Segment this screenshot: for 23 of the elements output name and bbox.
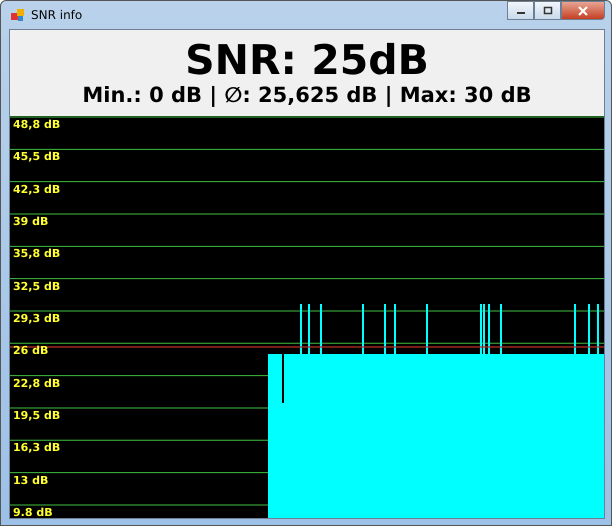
axis-label: 32,5 dB bbox=[13, 280, 60, 293]
maximize-icon bbox=[542, 6, 552, 15]
axis-label: 9.8 dB bbox=[13, 506, 53, 518]
snr-heading: SNR: 25dB bbox=[185, 36, 429, 84]
axis-label: 19,5 dB bbox=[13, 408, 60, 422]
axis-label: 42,3 dB bbox=[13, 182, 60, 196]
axis-label: 29,3 dB bbox=[13, 312, 60, 325]
close-icon bbox=[577, 6, 589, 16]
maximize-button[interactable] bbox=[534, 1, 561, 20]
axis-label: 26 dB bbox=[13, 344, 48, 358]
minimize-button[interactable] bbox=[507, 1, 534, 20]
axis-label: 45,5 dB bbox=[13, 150, 60, 164]
snr-stats: Min.: 0 dB | ∅: 25,625 dB | Max: 30 dB bbox=[82, 82, 532, 108]
axis-label: 16,3 dB bbox=[13, 441, 60, 454]
app-icon bbox=[11, 8, 25, 22]
axis-label: 48,8 dB bbox=[13, 118, 60, 131]
axis-label: 13 dB bbox=[13, 474, 48, 487]
window-title: SNR info bbox=[31, 8, 82, 22]
snr-dip-line bbox=[282, 353, 284, 403]
axis-label: 39 dB bbox=[13, 214, 48, 228]
axis-label: 35,8 dB bbox=[13, 247, 60, 260]
close-button[interactable] bbox=[561, 1, 605, 20]
axis-label: 22,8 dB bbox=[13, 376, 60, 390]
